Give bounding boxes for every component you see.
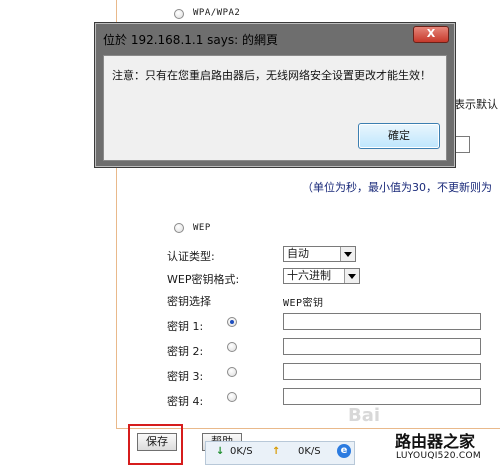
key-2-input[interactable] [283,338,481,355]
chevron-down-icon [340,247,355,261]
key-4-label: 密钥 4: [167,395,204,408]
key-1-radio[interactable] [227,317,237,327]
wpa-wpa2-label: WPA/WPA2 [193,8,241,18]
radio-wpa-wpa2[interactable] [174,9,184,19]
wep-key-header: WEP密钥 [283,298,324,309]
dialog-title: 位於 192.168.1.1 says: 的網頁 [103,33,278,47]
key-select-label: 密钥选择 [167,295,211,308]
key-format-value: 十六进制 [287,269,331,282]
key-2-label: 密钥 2: [167,345,204,358]
wep-label: WEP [193,223,211,233]
key-1-input[interactable] [283,313,481,330]
dialog-body: 注意：只有在您重启路由器后，无线网络安全设置更改才能生效！ 確定 [103,55,447,161]
key-3-radio[interactable] [227,367,237,377]
key-format-label: WEP密钥格式: [167,273,240,286]
alert-dialog: 位於 192.168.1.1 says: 的網頁 X 注意：只有在您重启路由器后… [94,22,456,168]
key-3-label: 密钥 3: [167,370,204,383]
download-arrow-icon: ↓ [216,446,225,457]
ie-icon[interactable]: e [337,444,351,458]
update-interval-input[interactable] [454,136,470,153]
upload-speed: 0K/S [298,446,321,457]
chevron-down-icon [344,269,359,283]
download-speed: 0K/S [230,446,253,457]
dialog-message: 注意：只有在您重启路由器后，无线网络安全设置更改才能生效！ [112,69,431,82]
upload-arrow-icon: ↑ [272,446,281,457]
radio-wep[interactable] [174,223,184,233]
auth-type-value: 自动 [287,247,309,260]
save-button-highlight [128,424,183,465]
default-hint-text: 表示默认 [454,98,498,111]
key-format-select[interactable]: 十六进制 [283,268,360,284]
key-4-input[interactable] [283,388,481,405]
interval-note: （单位为秒，最小值为30，不更新则为 [302,181,492,194]
key-2-radio[interactable] [227,342,237,352]
network-speed-strip: ↓ 0K/S ↑ 0K/S e [205,441,355,465]
auth-type-select[interactable]: 自动 [283,246,356,262]
key-3-input[interactable] [283,363,481,380]
dialog-close-button[interactable]: X [413,26,449,43]
key-1-label: 密钥 1: [167,320,204,333]
brand-watermark-url: LUYOUQI520.COM [396,451,481,461]
key-4-radio[interactable] [227,392,237,402]
auth-type-label: 认证类型: [167,250,215,263]
brand-watermark-text: 路由器之家 [395,432,476,451]
baidu-watermark-icon: Bai [348,405,381,426]
close-icon: X [426,27,436,40]
dialog-ok-button[interactable]: 確定 [358,123,440,149]
